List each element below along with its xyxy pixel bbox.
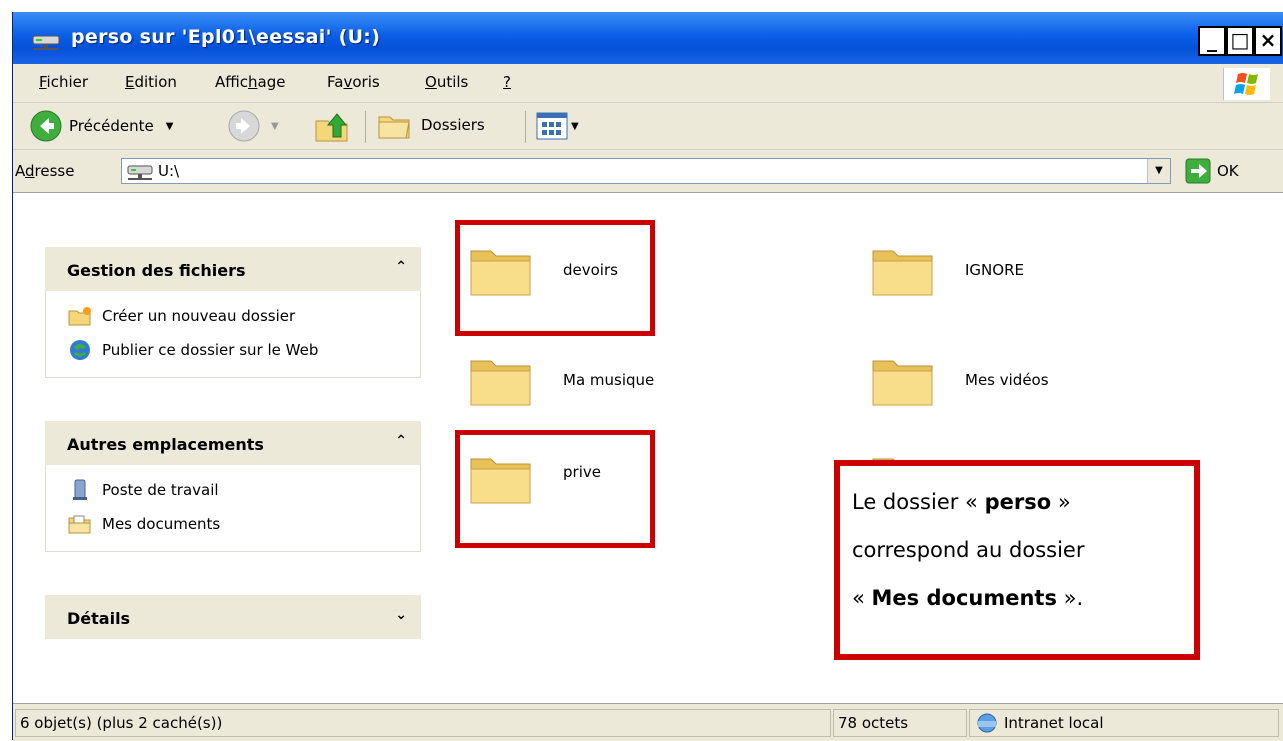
highlight-devoirs <box>455 220 655 336</box>
back-arrow-icon <box>30 110 62 142</box>
menu-edition[interactable]: Edition <box>125 73 177 91</box>
toolbar: Précédente ▼ ▼ Dossiers ▼ <box>13 103 1283 150</box>
zone-label: Intranet local <box>1004 714 1104 732</box>
minimize-button[interactable]: _ <box>1198 26 1226 56</box>
task-publish-web[interactable]: Publier ce dossier sur le Web <box>46 333 420 367</box>
address-label: Adresse <box>15 162 75 180</box>
toolbar-separator <box>525 111 526 143</box>
task-label: Mes documents <box>102 515 221 533</box>
note-line-1: Le dossier « perso » <box>852 490 1071 514</box>
address-input[interactable]: U:\ ▼ <box>121 158 1171 184</box>
forward-button[interactable]: ▼ <box>227 109 279 143</box>
details-panel: Détails ⌄ <box>45 595 421 639</box>
folders-button[interactable]: Dossiers <box>377 109 485 141</box>
address-bar: Adresse U:\ ▼ OK <box>13 150 1283 193</box>
highlight-prive <box>455 430 655 548</box>
up-folder-icon <box>315 113 348 142</box>
network-drive-icon <box>127 165 153 180</box>
folder-icon <box>872 250 933 296</box>
status-size: 78 octets <box>833 709 967 737</box>
panel-title: Autres emplacements <box>67 435 264 454</box>
forward-arrow-icon <box>228 110 260 142</box>
task-label: Poste de travail <box>102 481 219 499</box>
file-tasks-panel: Gestion des fichiers ⌃ Créer un nouveau … <box>45 247 421 378</box>
back-button[interactable]: Précédente ▼ <box>29 109 173 143</box>
other-places-panel: Autres emplacements ⌃ Poste de travail M… <box>45 421 421 552</box>
menu-fichier[interactable]: Fichier <box>39 73 88 91</box>
folder-label: Ma musique <box>563 371 655 389</box>
views-button[interactable]: ▼ <box>535 111 579 141</box>
task-pane: Gestion des fichiers ⌃ Créer un nouveau … <box>13 193 441 703</box>
menu-bar: Fichier Edition Affichage Favoris Outils… <box>13 64 1283 103</box>
window-title: perso sur 'Epl01\eessai' (U:) <box>71 26 381 48</box>
up-folder-button[interactable] <box>313 107 351 145</box>
toolbar-separator <box>365 111 366 143</box>
back-label: Précédente <box>69 117 154 135</box>
collapse-chevron-icon[interactable]: ⌃ <box>395 259 407 275</box>
folder-label: IGNORE <box>965 261 1024 279</box>
menu-affichage[interactable]: Affichage <box>215 73 285 91</box>
panel-title: Gestion des fichiers <box>67 261 246 280</box>
forward-dropdown-icon[interactable]: ▼ <box>271 121 279 132</box>
folders-label: Dossiers <box>421 116 485 134</box>
folder-label: Mes vidéos <box>965 371 1049 389</box>
place-my-documents[interactable]: Mes documents <box>46 507 420 541</box>
views-dropdown-icon[interactable]: ▼ <box>571 121 579 132</box>
panel-title: Détails <box>67 609 131 628</box>
folder-ignore[interactable]: IGNORE <box>871 243 1024 297</box>
note-line-2: correspond au dossier <box>852 538 1085 562</box>
windows-logo-icon <box>1223 68 1270 100</box>
back-dropdown-icon[interactable]: ▼ <box>166 121 174 132</box>
folder-ma-musique[interactable]: Ma musique <box>469 353 654 407</box>
collapse-chevron-icon[interactable]: ⌃ <box>395 433 407 449</box>
computer-icon <box>73 479 87 500</box>
publish-web-icon <box>70 340 90 360</box>
menu-favoris[interactable]: Favoris <box>327 73 380 91</box>
close-button[interactable]: × <box>1254 26 1282 56</box>
address-dropdown-icon[interactable]: ▼ <box>1147 159 1170 183</box>
place-my-computer[interactable]: Poste de travail <box>46 473 420 507</box>
address-value: U:\ <box>158 162 180 180</box>
folder-icon <box>470 360 531 406</box>
panel-header[interactable]: Gestion des fichiers ⌃ <box>45 247 421 291</box>
my-documents-icon <box>68 515 91 534</box>
intranet-icon <box>977 713 997 733</box>
callout-note: Le dossier « perso » correspond au dossi… <box>834 460 1200 660</box>
go-arrow-icon <box>1185 158 1211 184</box>
status-bar: 6 objet(s) (plus 2 caché(s)) 78 octets I… <box>13 703 1283 741</box>
note-line-3: « Mes documents ». <box>852 586 1084 610</box>
menu-help[interactable]: ? <box>503 73 511 91</box>
views-icon <box>536 112 568 140</box>
folder-icon <box>872 360 933 406</box>
status-object-count: 6 objet(s) (plus 2 caché(s)) <box>15 709 831 737</box>
folder-mes-videos[interactable]: Mes vidéos <box>871 353 1049 407</box>
folders-icon <box>378 116 410 139</box>
status-zone: Intranet local <box>969 709 1279 737</box>
menu-outils[interactable]: Outils <box>425 73 468 91</box>
title-bar[interactable]: perso sur 'Epl01\eessai' (U:) _ □ × <box>13 12 1283 64</box>
maximize-button[interactable]: □ <box>1226 26 1254 56</box>
panel-header[interactable]: Autres emplacements ⌃ <box>45 421 421 465</box>
panel-header[interactable]: Détails ⌄ <box>45 595 421 639</box>
task-new-folder[interactable]: Créer un nouveau dossier <box>46 299 420 333</box>
new-folder-icon <box>68 307 91 326</box>
go-label: OK <box>1217 162 1239 180</box>
network-drive-icon <box>32 35 60 50</box>
task-label: Créer un nouveau dossier <box>102 307 296 325</box>
go-button[interactable]: OK <box>1185 158 1239 184</box>
task-label: Publier ce dossier sur le Web <box>102 341 319 359</box>
expand-chevron-icon[interactable]: ⌄ <box>395 607 407 623</box>
